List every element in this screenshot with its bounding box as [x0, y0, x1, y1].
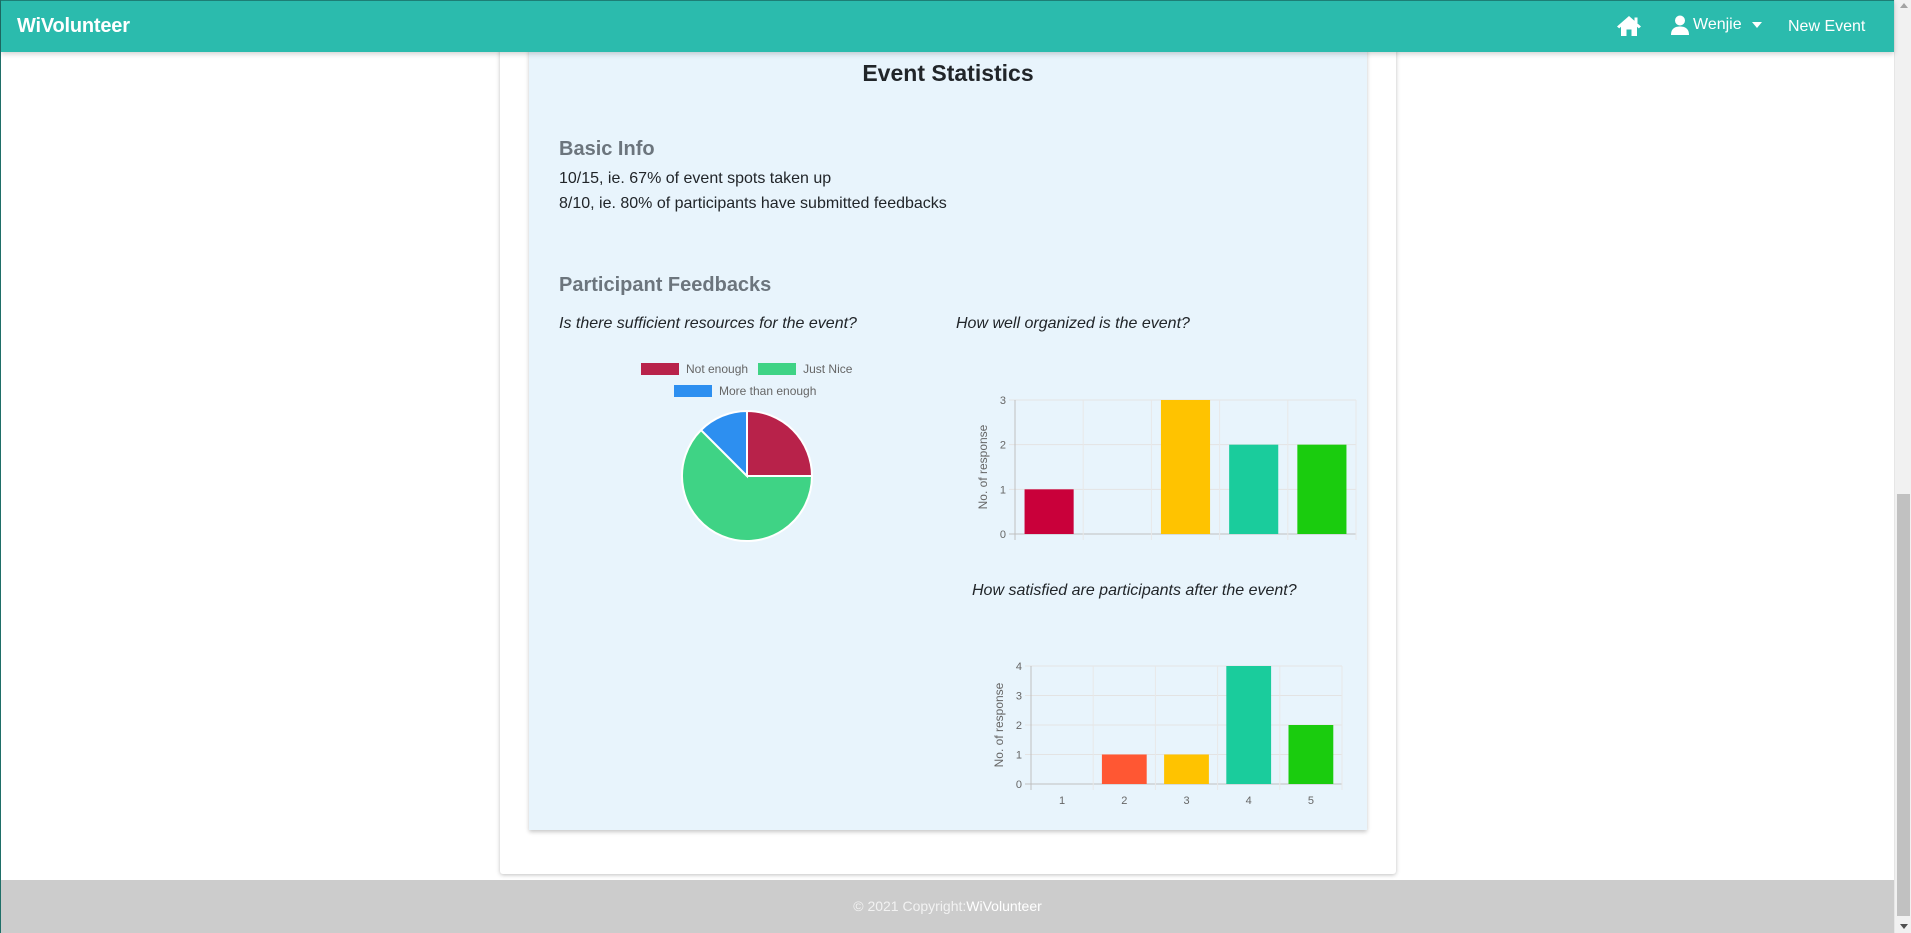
basic-info-heading: Basic Info	[559, 138, 655, 160]
satisfied-bar-chart: 0123412345Score (1 - 5)No. of response	[992, 661, 1343, 807]
footer-copyright: © 2021 Copyright:WiVolunteer	[1, 898, 1894, 914]
user-icon	[1671, 15, 1689, 35]
x-tick-label: 1	[1059, 795, 1065, 807]
bar[interactable]	[1297, 444, 1347, 534]
legend-item[interactable]: More than enough	[674, 384, 816, 398]
y-tick-label: 0	[1000, 529, 1006, 540]
x-tick-label: 3	[1183, 795, 1189, 807]
x-tick-label: 4	[1246, 795, 1252, 807]
chevron-down-icon	[1751, 22, 1762, 28]
participant-feedbacks-heading: Participant Feedbacks	[559, 274, 772, 296]
y-tick-label: 3	[1000, 395, 1006, 407]
question-satisfied: How satisfied are participants after the…	[972, 582, 1297, 599]
question-resources: Is there sufficient resources for the ev…	[559, 315, 857, 332]
y-axis-label: No. of response	[976, 424, 990, 509]
footer-copyright-text: © 2021 Copyright:	[853, 898, 967, 914]
user-name: Wenjie	[1693, 16, 1742, 33]
brand-logo[interactable]: WiVolunteer	[17, 15, 130, 38]
y-tick-label: 1	[1000, 484, 1006, 496]
home-icon[interactable]	[1616, 14, 1642, 38]
event-statistics-panel: Event Statistics Basic Info 10/15, ie. 6…	[529, 40, 1367, 830]
x-tick-label: 5	[1308, 795, 1314, 807]
legend-item[interactable]: Just Nice	[758, 362, 852, 376]
spots-taken-text: 10/15, ie. 67% of event spots taken up	[559, 170, 832, 187]
bar[interactable]	[1101, 754, 1147, 785]
y-tick-label: 3	[1016, 691, 1022, 703]
y-tick-label: 2	[1016, 720, 1022, 732]
scroll-thumb[interactable]	[1897, 494, 1910, 916]
legend-label: Not enough	[686, 362, 749, 376]
y-tick-label: 1	[1016, 750, 1022, 762]
footer-brand[interactable]: WiVolunteer	[966, 898, 1041, 914]
bar[interactable]	[1160, 400, 1211, 534]
footer: © 2021 Copyright:WiVolunteer	[1, 880, 1894, 933]
question-organized: How well organized is the event?	[956, 315, 1190, 332]
page-scrollbar[interactable]	[1894, 0, 1911, 933]
bar[interactable]	[1226, 666, 1272, 784]
legend-item[interactable]: Not enough	[641, 362, 748, 376]
navbar: WiVolunteer Wenjie New Event	[1, 0, 1894, 52]
new-event-link[interactable]: New Event	[1788, 18, 1865, 36]
pie-legend-row-2: More than enough	[674, 384, 826, 398]
legend-label: Just Nice	[803, 362, 853, 376]
y-axis-label: No. of response	[992, 682, 1006, 767]
page-title: Event Statistics	[862, 60, 1034, 86]
bar[interactable]	[1024, 489, 1074, 534]
resources-pie-chart	[681, 409, 814, 542]
user-menu[interactable]: Wenjie	[1671, 15, 1762, 35]
y-tick-label: 0	[1016, 779, 1022, 791]
legend-swatch	[758, 363, 797, 375]
x-tick-label: 2	[1121, 795, 1127, 807]
scroll-up-arrow-icon[interactable]	[1900, 3, 1908, 8]
bar[interactable]	[1164, 754, 1209, 785]
y-tick-label: 4	[1016, 661, 1022, 673]
pie-slice[interactable]	[746, 409, 814, 477]
bar[interactable]	[1288, 725, 1334, 784]
legend-label: More than enough	[719, 384, 817, 398]
scroll-down-arrow-icon[interactable]	[1900, 924, 1908, 929]
pie-legend-row-1: Not enough Just Nice	[641, 362, 862, 376]
legend-swatch	[674, 385, 712, 397]
y-tick-label: 2	[1000, 440, 1006, 452]
legend-swatch	[641, 363, 679, 375]
organized-bar-chart: 012312345Score (1 - 5)No. of response	[976, 395, 1357, 540]
bar[interactable]	[1229, 444, 1279, 534]
feedbacks-submitted-text: 8/10, ie. 80% of participants have submi…	[559, 195, 947, 212]
